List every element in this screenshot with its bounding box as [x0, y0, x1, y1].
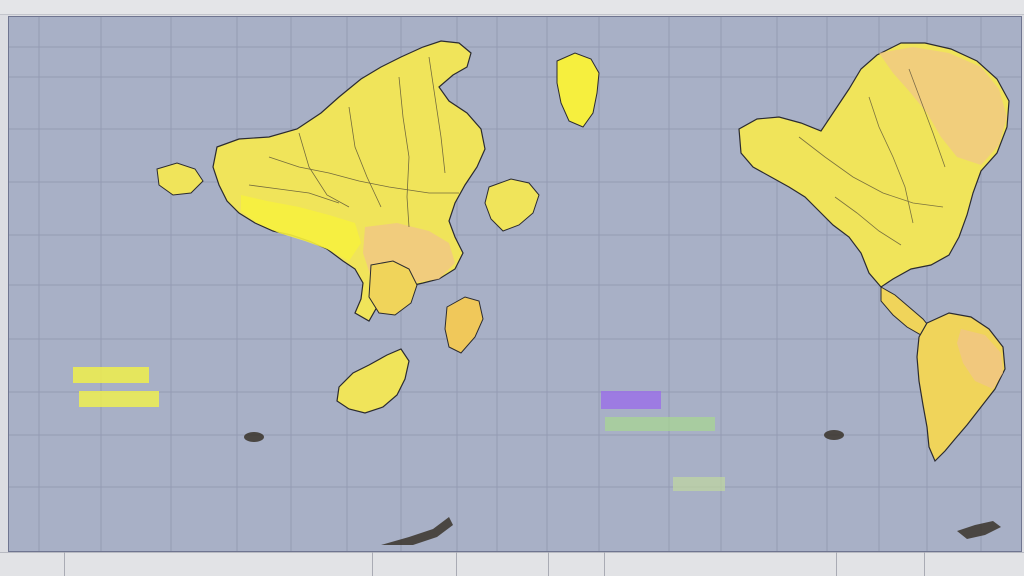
- status-cell: [836, 552, 837, 576]
- status-cell: [64, 552, 65, 576]
- status-cell: [548, 552, 549, 576]
- bottom-status-bar: [0, 552, 1024, 576]
- screen: [0, 0, 1024, 576]
- status-cell: [924, 552, 925, 576]
- status-cell: [372, 552, 373, 576]
- legend-left: [65, 363, 295, 503]
- status-cell: [456, 552, 457, 576]
- top-toolbar: [0, 0, 1024, 15]
- legend-right: [593, 363, 823, 503]
- status-cell: [604, 552, 605, 576]
- world-map[interactable]: [8, 16, 1022, 552]
